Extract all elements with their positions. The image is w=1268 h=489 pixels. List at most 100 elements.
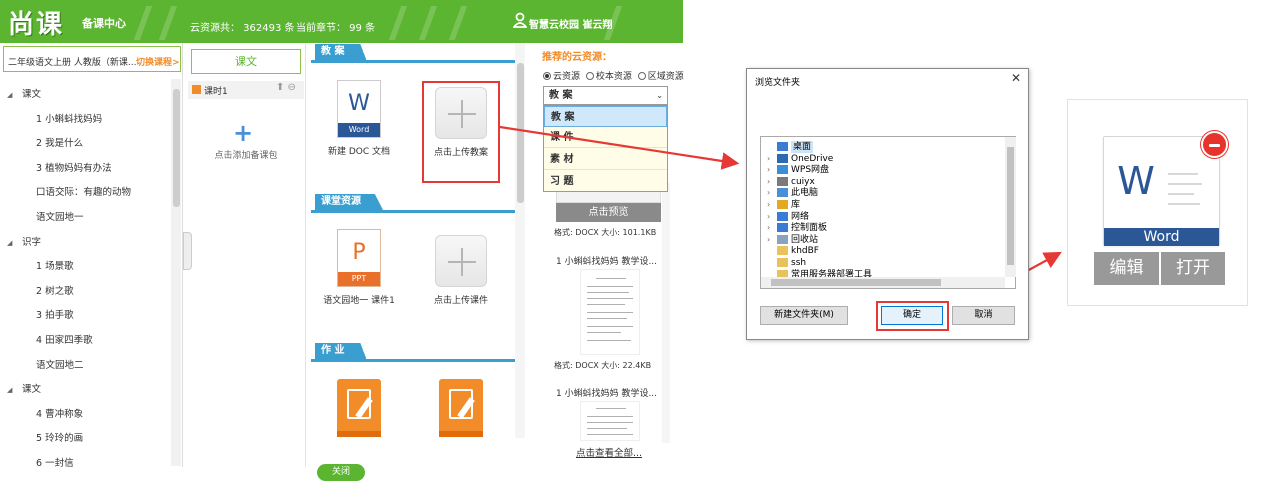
preview-button[interactable]: 点击预览 <box>556 203 661 222</box>
chevron-right-icon[interactable]: › <box>767 211 770 223</box>
add-package-plus-icon[interactable]: + <box>233 119 253 147</box>
option-material[interactable]: 素 材 <box>544 149 667 170</box>
tree-item[interactable]: 5 玲玲的画 <box>0 427 170 451</box>
chevron-right-icon[interactable]: › <box>767 199 770 211</box>
resource-title[interactable]: 1 小蝌蚪找妈妈 教学设... <box>556 386 657 399</box>
chevron-right-icon[interactable]: › <box>767 222 770 234</box>
resource-sections: 教 案 W Word 新建 DOC 文档 点击上传教案 课堂资源 P PPT 语… <box>307 43 526 467</box>
homework-card-1[interactable] <box>313 379 405 437</box>
chevron-right-icon[interactable]: › <box>767 234 770 246</box>
radio-region-label: 区域资源 <box>647 72 684 82</box>
radio-region[interactable] <box>637 72 646 80</box>
caret-down-icon[interactable]: ◢ <box>7 378 12 402</box>
chevron-right-icon[interactable]: › <box>767 153 770 165</box>
ppt-file-icon: P PPT <box>337 229 381 287</box>
resource-total: 云资源共： 362493 条 <box>190 23 295 34</box>
chevron-right-icon[interactable]: › <box>767 187 770 199</box>
resource-meta: 格式: DOCX 大小: 22.4KB <box>554 361 652 370</box>
plan-file-card[interactable]: W Word 新建 DOC 文档 <box>313 80 405 157</box>
user-name[interactable]: 智慧云校园 崔云翔 <box>529 16 612 31</box>
folder-tree-hthumb[interactable] <box>771 279 941 286</box>
folder-row[interactable]: › 库 <box>761 199 1001 211</box>
class-file-card[interactable]: P PPT 语文园地一 课件1 <box>313 229 405 306</box>
tree-item-label: 语文园地二 <box>36 359 84 371</box>
tree-item[interactable]: 3 植物妈妈有办法 <box>0 157 170 181</box>
lesson-actions-icon[interactable]: ⬆ ⊖ <box>276 82 296 93</box>
option-courseware[interactable]: 课 件 <box>544 127 667 148</box>
option-plan[interactable]: 教 案 <box>544 106 667 127</box>
lesson-item[interactable]: 课时1 ⬆ ⊖ <box>188 81 304 99</box>
tree-item-label: 课文 <box>22 89 42 100</box>
tab-lesson[interactable]: 课文 <box>191 49 301 74</box>
word-document-icon[interactable]: W Word <box>1103 136 1220 246</box>
tree-item-label: 4 田家四季歌 <box>36 335 93 346</box>
tree-item[interactable]: 1 小蝌蚪找妈妈 <box>0 108 170 132</box>
homework-card-2[interactable] <box>415 379 507 437</box>
resource-thumbnail[interactable] <box>580 401 640 441</box>
edit-button[interactable]: 编辑 <box>1094 252 1159 285</box>
remove-icon[interactable] <box>1201 131 1228 158</box>
add-package-label[interactable]: 点击添加备课包 <box>186 148 306 161</box>
tree-item[interactable]: 6 一封信 <box>0 452 170 476</box>
upload-plus-icon[interactable] <box>435 235 487 287</box>
tree-group[interactable]: ◢ 课文 <box>0 378 170 402</box>
tree-item[interactable]: 2 我是什么 <box>0 132 170 156</box>
tree-item[interactable]: 2 树之歌 <box>0 280 170 304</box>
folder-row[interactable]: › cuiyx <box>761 176 1001 188</box>
folder-row-selected[interactable]: 桌面 <box>761 141 1001 153</box>
dialog-title: 浏览文件夹 <box>755 78 801 88</box>
folder-icon <box>777 234 788 244</box>
folder-icon <box>777 176 788 186</box>
new-folder-button[interactable]: 新建文件夹(M) <box>760 306 848 325</box>
folder-row[interactable]: › OneDrive <box>761 153 1001 165</box>
resource-type-select[interactable]: 教 案 ⌄ <box>543 86 668 105</box>
tree-item[interactable]: 语文园地一 <box>0 206 170 230</box>
folder-icon <box>777 188 788 198</box>
lesson-label: 课时1 <box>204 87 228 97</box>
tree-group[interactable]: ◢ 识字 <box>0 231 170 255</box>
folder-row[interactable]: › 控制面板 <box>761 222 1001 234</box>
folder-row[interactable]: › WPS网盘 <box>761 164 1001 176</box>
chevron-right-icon[interactable]: › <box>767 164 770 176</box>
folder-row[interactable]: › 此电脑 <box>761 187 1001 199</box>
tree-item[interactable]: 4 田家四季歌 <box>0 329 170 353</box>
caret-down-icon[interactable]: ◢ <box>7 83 12 107</box>
chevron-right-icon[interactable]: › <box>767 176 770 188</box>
tree-item[interactable]: 1 场景歌 <box>0 255 170 279</box>
tree-item[interactable]: 语文园地二 <box>0 354 170 378</box>
tree-item-label: 5 玲玲的画 <box>36 433 84 445</box>
folder-row[interactable]: khdBF <box>761 245 1001 257</box>
open-button[interactable]: 打开 <box>1161 252 1225 285</box>
chapter-scroll-thumb[interactable] <box>173 89 180 207</box>
close-button[interactable]: 关闭 <box>317 464 365 481</box>
tree-item[interactable]: 口语交际：有趣的动物 <box>0 181 170 205</box>
tree-item[interactable]: 4 曹冲称象 <box>0 403 170 427</box>
folder-label: 库 <box>791 200 801 210</box>
folder-label: 回收站 <box>791 234 819 245</box>
folder-row[interactable]: › 回收站 <box>761 234 1001 246</box>
top-bar: 尚课 备课中心 云资源共： 362493 条 当前章节： 99 条 智慧云校园 … <box>0 0 683 43</box>
cancel-button[interactable]: 取消 <box>952 306 1015 325</box>
view-all-link[interactable]: 点击查看全部... <box>576 445 642 459</box>
word-type-bar: Word <box>1104 228 1219 246</box>
folder-row[interactable]: ssh <box>761 257 1001 269</box>
tree-group[interactable]: ◢ 课文 <box>0 83 170 107</box>
upload-class-card[interactable]: 点击上传课件 <box>415 235 507 306</box>
recommend-scrollbar[interactable] <box>662 183 670 443</box>
caret-down-icon[interactable]: ◢ <box>7 231 12 255</box>
folder-tree: 桌面 › OneDrive › WPS网盘 › cuiyx › 此电脑 › 库 › 网络 › 控制面板 › 回收… <box>760 136 1016 289</box>
sections-scroll-thumb[interactable] <box>517 63 524 203</box>
folder-row[interactable]: › 网络 <box>761 211 1001 223</box>
tree-item-label: 1 小蝌蚪找妈妈 <box>36 113 103 125</box>
folder-label: khdBF <box>791 246 819 257</box>
resource-thumbnail[interactable] <box>580 269 640 355</box>
resource-title[interactable]: 1 小蝌蚪找妈妈 教学设... <box>556 254 657 267</box>
close-icon[interactable]: ✕ <box>1011 71 1021 85</box>
current-chapter-count: 当前章节： 99 条 <box>296 23 376 34</box>
radio-cloud[interactable] <box>543 72 551 80</box>
folder-tree-vthumb[interactable] <box>1007 147 1014 265</box>
radio-school[interactable] <box>585 72 594 80</box>
switch-course-link[interactable]: 切换课程> <box>136 55 180 68</box>
option-exercise[interactable]: 习 题 <box>544 171 667 192</box>
tree-item[interactable]: 3 拍手歌 <box>0 304 170 328</box>
